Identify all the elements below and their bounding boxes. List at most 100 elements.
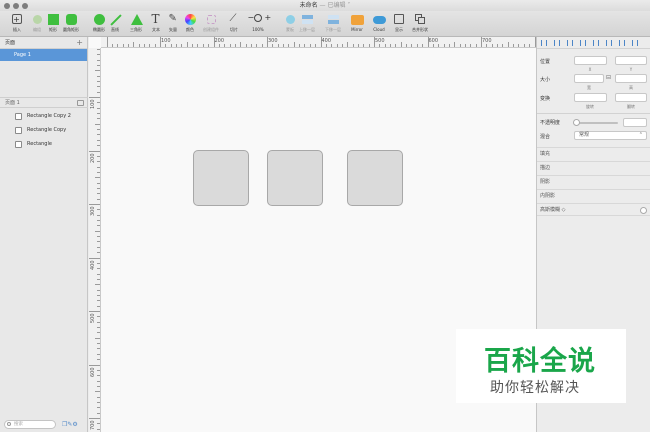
- combine-shapes-icon: [414, 13, 427, 26]
- minimize-window-button[interactable]: [13, 3, 19, 9]
- ruler-label: 600: [428, 38, 439, 44]
- stepper-icon: ⌃: [638, 132, 643, 138]
- align-left-icon[interactable]: [541, 40, 547, 46]
- layer-label: Rectangle: [27, 141, 52, 147]
- shadow-section[interactable]: 阴影: [537, 175, 650, 188]
- view-icon: [393, 13, 406, 26]
- align-middle-icon[interactable]: [593, 40, 599, 46]
- height-field[interactable]: [615, 74, 647, 83]
- lock-icon[interactable]: ⊟: [606, 74, 611, 81]
- tool-label: 100%: [252, 27, 264, 32]
- width-caption: 宽: [587, 85, 591, 90]
- rotate-field[interactable]: [574, 93, 607, 102]
- layer-label: Rectangle Copy 2: [27, 113, 71, 119]
- align-right-icon[interactable]: [567, 40, 573, 46]
- color-wheel-icon: [184, 13, 197, 26]
- title-bar: 未命名 — 已编辑 ˅: [0, 0, 650, 11]
- watermark-title: 百科全说: [484, 346, 596, 377]
- backward-icon: [327, 13, 340, 26]
- left-ruler[interactable]: 100 200 300 400 500 600 700: [89, 48, 101, 432]
- size-label: 大小: [540, 77, 551, 83]
- rectangle-layer-icon: [15, 127, 22, 134]
- border-section[interactable]: 描边: [537, 161, 650, 174]
- search-input[interactable]: 搜索: [4, 420, 56, 429]
- watermark: 百科全说 助你轻松解决: [456, 329, 626, 403]
- tool-rounded-rectangle-button[interactable]: 圆角矩形: [56, 13, 86, 37]
- ruler-label: 400: [90, 259, 96, 270]
- opacity-label: 不透明度: [540, 120, 561, 126]
- opacity-field[interactable]: [623, 118, 647, 127]
- position-label: 位置: [540, 59, 551, 65]
- blur-label: 高斯模糊 ◇: [540, 207, 566, 213]
- ruler-label: 100: [90, 99, 96, 109]
- distribute-vertical-icon[interactable]: [632, 40, 638, 46]
- layers-header-label: 页面 1: [5, 100, 20, 106]
- tool-label: 圆角矩形: [63, 27, 79, 32]
- align-top-icon[interactable]: [580, 40, 586, 46]
- blur-section[interactable]: 高斯模糊 ◇: [537, 203, 650, 216]
- tool-combine-shapes-button[interactable]: 合并形状: [405, 13, 435, 37]
- pages-header: 页面 +: [0, 37, 87, 49]
- ruler-label: 200: [214, 38, 225, 44]
- ruler-label: 700: [482, 38, 492, 44]
- search-placeholder: 搜索: [14, 422, 23, 427]
- shadow-label: 阴影: [540, 179, 551, 185]
- ruler-label: 600: [90, 366, 96, 377]
- inner-shadow-section[interactable]: 内阴影: [537, 189, 650, 202]
- layer-item[interactable]: Rectangle: [0, 137, 88, 151]
- rotate-caption: 旋转: [586, 104, 594, 109]
- inner-shadow-label: 内阴影: [540, 193, 556, 199]
- tool-label: 合并形状: [412, 27, 428, 32]
- border-label: 描边: [540, 165, 551, 171]
- opacity-slider[interactable]: [574, 122, 618, 124]
- transform-label: 变换: [540, 96, 551, 102]
- layer-item[interactable]: Rectangle Copy 2: [0, 109, 88, 123]
- toolbar: + 插入 编组 矩形 圆角矩形 椭圆形 直线 三角形 T 文本 ✎ 矢量 颜色 创建组件 ⟋ 切片 − +100%…: [0, 11, 650, 37]
- rectangle-copy-shape[interactable]: [267, 150, 323, 206]
- rectangle-layer-icon: [15, 113, 22, 120]
- ruler-label: 400: [321, 38, 332, 44]
- watermark-subtitle: 助你轻松解决: [490, 380, 580, 396]
- collapse-layers-icon[interactable]: [77, 100, 84, 106]
- add-page-button[interactable]: +: [76, 37, 83, 49]
- ruler-label: 300: [268, 38, 278, 44]
- distribute-horizontal-icon[interactable]: [619, 40, 625, 46]
- settings-icon[interactable]: ⚙: [72, 421, 77, 428]
- x-field[interactable]: [574, 56, 607, 65]
- top-ruler[interactable]: 100 200 300 400 500 600 700: [101, 37, 536, 48]
- y-field[interactable]: [615, 56, 647, 65]
- close-window-button[interactable]: [4, 3, 10, 9]
- align-center-icon[interactable]: [554, 40, 560, 46]
- layer-item[interactable]: Rectangle Copy: [0, 123, 88, 137]
- fill-section[interactable]: 填充: [537, 147, 650, 160]
- window-title: 未命名 — 已编辑 ˅: [299, 2, 351, 9]
- flip-caption: 翻转: [627, 104, 635, 109]
- zoom-window-button[interactable]: [22, 3, 28, 9]
- layer-actions[interactable]: ❐✎⚙: [62, 421, 78, 428]
- x-caption: X: [588, 67, 592, 72]
- ruler-label: 100: [161, 38, 171, 44]
- rectangle-layer-icon: [15, 141, 22, 148]
- page-item-page-1[interactable]: Page 1: [0, 49, 87, 61]
- rectangle-shape[interactable]: [193, 150, 249, 206]
- left-panel: 页面 + Page 1 页面 1 Rectangle Copy 2 Rectan…: [0, 37, 88, 432]
- width-field[interactable]: [574, 74, 604, 83]
- flip-buttons[interactable]: [615, 93, 647, 102]
- symbol-icon: [205, 13, 218, 26]
- layers-header: 页面 1: [0, 97, 88, 108]
- mirror-icon: [350, 13, 364, 26]
- line-icon: [109, 13, 122, 26]
- tool-zoom-button[interactable]: − + 100%: [243, 13, 273, 37]
- ruler-label: 300: [90, 206, 96, 216]
- opacity-slider-knob[interactable]: [573, 119, 580, 126]
- forward-icon: [301, 13, 314, 26]
- blend-select[interactable]: 常规 ⌃: [574, 131, 647, 140]
- zoom-icon: − +: [247, 13, 272, 22]
- rectangle-copy-2-shape[interactable]: [347, 150, 403, 206]
- search-icon: [7, 422, 11, 426]
- align-bottom-icon[interactable]: [606, 40, 612, 46]
- y-caption: Y: [629, 67, 633, 72]
- rounded-rectangle-icon: [65, 13, 78, 26]
- pages-header-label: 页面: [5, 40, 16, 46]
- blur-toggle[interactable]: [640, 207, 647, 214]
